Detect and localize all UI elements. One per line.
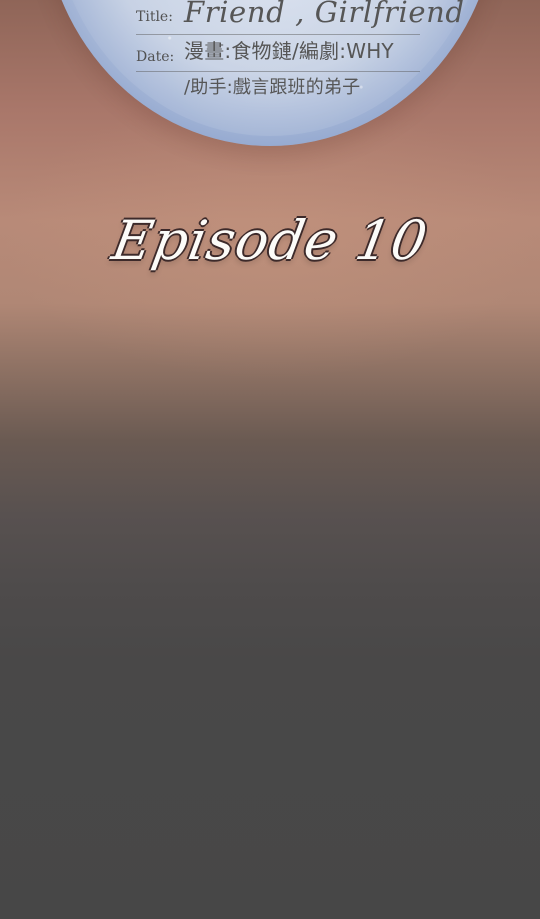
credit-line-secondary: /助手:戲言跟班的弟子 (184, 77, 361, 98)
title-rule-line (136, 34, 420, 35)
series-title: Friend , Girlfriend (184, 0, 465, 29)
comic-panel: Title: Friend , Girlfriend Date: 漫畫:食物鏈/… (0, 0, 540, 919)
credit-line-primary: 漫畫:食物鏈/編劇:WHY (184, 39, 394, 63)
credit-rule-line (136, 71, 420, 72)
episode-title: Episode 10 (107, 209, 433, 272)
date-label: Date: (136, 49, 175, 65)
title-label: Title: (136, 9, 173, 25)
title-info-block: Title: Friend , Girlfriend Date: 漫畫:食物鏈/… (136, 0, 464, 102)
